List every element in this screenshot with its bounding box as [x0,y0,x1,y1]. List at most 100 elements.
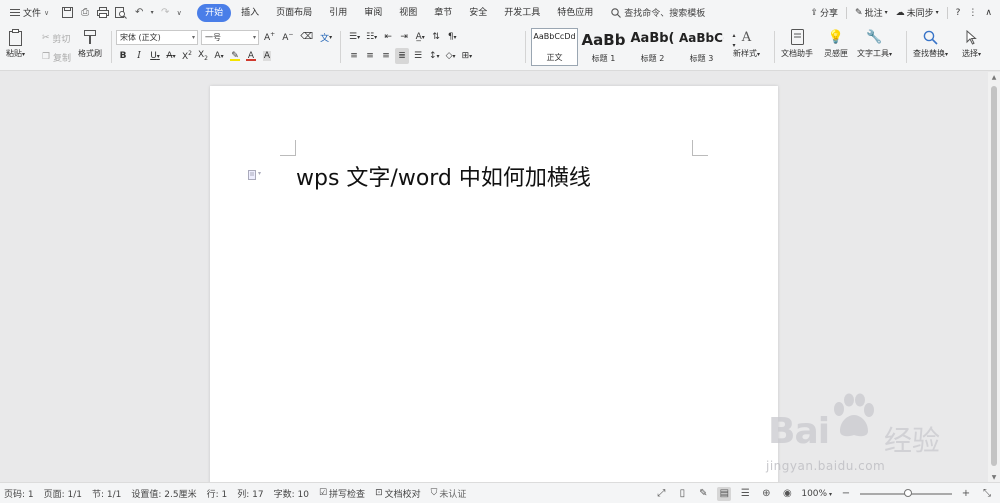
eye-protection-icon[interactable]: ◉ [780,487,794,501]
vertical-scrollbar[interactable]: ▲ ▼ [988,72,1000,482]
cut-button[interactable]: ✂ 剪切 [40,30,72,46]
chinese-layout-button[interactable]: A̲ ▾ [413,29,427,45]
undo-dropdown-icon[interactable]: ▾ [149,5,155,21]
align-right-button[interactable]: ≡ [379,48,393,64]
highlight-button[interactable]: ✎ [228,48,242,64]
customize-dropdown-icon[interactable]: ∨ [175,5,183,21]
tab-page-layout[interactable]: 页面布局 [269,4,319,22]
certification-status[interactable]: ⛉ 未认证 [431,487,467,500]
bullets-button[interactable]: ☰ ▾ [347,29,362,45]
copy-button[interactable]: ❐ 复制 [40,49,73,65]
phonetic-guide-button[interactable]: 文 ▾ [318,29,334,45]
web-view-icon[interactable]: ⊕ [759,487,773,501]
read-mode-icon[interactable]: ▯ [675,487,689,501]
tab-start[interactable]: 开始 [197,3,232,22]
fit-page-icon[interactable]: ⤡ [980,487,994,501]
align-left-button[interactable]: ≡ [347,48,361,64]
help-button[interactable]: ? [956,8,961,18]
paragraph-handle-icon[interactable]: ▾ [248,170,261,180]
more-button[interactable]: ⋮ [968,8,977,18]
spell-check-button[interactable]: ☑ 拼写检查 [319,487,365,500]
status-setting[interactable]: 设置值: 2.5厘米 [131,487,196,500]
increase-font-button[interactable]: A+ [262,29,277,45]
inspiration-button[interactable]: 💡 灵感匣 [824,28,848,59]
comment-button[interactable]: ✎ 批注 ▾ [855,6,888,20]
tab-review[interactable]: 审阅 [357,4,389,22]
increase-indent-button[interactable]: ⇥ [397,29,411,45]
command-search[interactable]: 查找命令、搜索模板 [611,6,705,19]
text-tools-button[interactable]: 🔧 文字工具▾ [857,28,892,59]
tab-insert[interactable]: 插入 [234,4,266,22]
character-shading-button[interactable]: A [260,48,274,64]
status-word-count[interactable]: 字数: 10 [274,487,309,500]
justify-button[interactable]: ≣ [395,48,409,64]
select-button[interactable]: 选择▾ [962,28,981,59]
sync-button[interactable]: ☁ 未同步 ▾ [896,6,939,20]
style-heading-2[interactable]: AaBb( 标题 2 [629,28,676,66]
new-style-button[interactable]: A 新样式▾ [733,28,760,59]
edit-mode-icon[interactable]: ✎ [696,487,710,501]
zoom-level[interactable]: 100% ▾ [801,489,832,499]
find-replace-button[interactable]: 查找替换▾ [913,28,948,59]
collapse-ribbon-button[interactable]: ∧ [985,8,992,18]
status-pages[interactable]: 页面: 1/1 [44,487,82,500]
style-heading-3[interactable]: AaBbC( 标题 3 [678,28,725,66]
shading-button[interactable]: ◇ ▾ [444,48,458,64]
tab-view[interactable]: 视图 [392,4,424,22]
doc-proof-button[interactable]: ⊡ 文档校对 [375,487,421,500]
status-page-code[interactable]: 页码: 1 [4,487,34,500]
save-icon[interactable] [59,5,75,21]
scroll-down-arrow-icon[interactable]: ▼ [988,472,1000,482]
file-menu-button[interactable]: 文件 ∨ [6,3,53,23]
tab-features[interactable]: 特色应用 [550,4,600,22]
italic-button[interactable]: I [132,48,146,64]
share-button[interactable]: ⇪ 分享 [810,6,838,20]
text-effect-button[interactable]: A ▾ [212,48,226,64]
style-normal[interactable]: AaBbCcDd 正文 [531,28,578,66]
underline-button[interactable]: U ▾ [148,48,162,64]
bold-button[interactable]: B [116,48,130,64]
style-heading-1[interactable]: AaBb 标题 1 [580,28,627,66]
font-color-button[interactable]: A [244,48,258,64]
page-view-icon[interactable]: ▤ [717,486,732,501]
align-center-button[interactable]: ≡ [363,48,377,64]
status-column[interactable]: 列: 17 [237,487,263,500]
scroll-up-arrow-icon[interactable]: ▲ [988,72,1000,82]
decrease-indent-button[interactable]: ⇤ [381,29,395,45]
output-pdf-icon[interactable]: ⎙ [77,5,93,21]
document-page[interactable]: ▾ wps 文字/word 中如何加横线 [210,86,778,482]
clear-format-button[interactable]: ⌫ [298,29,315,45]
status-line[interactable]: 行: 1 [207,487,228,500]
zoom-out-icon[interactable]: − [839,487,853,501]
zoom-slider[interactable] [860,488,952,497]
redo-icon[interactable]: ↷ [157,5,173,21]
zoom-in-icon[interactable]: + [959,487,973,501]
paste-button[interactable]: 粘贴▾ [6,28,25,59]
superscript-button[interactable]: X2 [180,48,194,64]
font-size-dropdown[interactable]: 一号 ▾ [201,29,259,45]
print-preview-icon[interactable] [113,5,129,21]
fullscreen-icon[interactable]: ⤢ [654,487,668,501]
subscript-button[interactable]: X2 [196,48,210,64]
tab-developer[interactable]: 开发工具 [497,4,547,22]
format-painter-button[interactable]: 格式刷 [78,28,102,59]
outline-view-icon[interactable]: ☰ [738,487,752,501]
tab-chapter[interactable]: 章节 [427,4,459,22]
numbering-button[interactable]: ☷ ▾ [364,29,379,45]
borders-button[interactable]: ⊞ ▾ [460,48,475,64]
sort-button[interactable]: ⇅ [429,29,443,45]
document-text[interactable]: wps 文字/word 中如何加横线 [296,160,591,192]
font-name-dropdown[interactable]: 宋体 (正文) ▾ [116,29,198,45]
line-spacing-button[interactable]: ↕ ▾ [427,48,442,64]
show-marks-button[interactable]: ¶ ▾ [445,29,459,45]
distributed-button[interactable]: ☰ [411,48,425,64]
strikethrough-button[interactable]: A ▾ [164,48,178,64]
undo-icon[interactable]: ↶ [131,5,147,21]
document-area[interactable]: ▾ wps 文字/word 中如何加横线 [0,72,988,482]
print-icon[interactable] [95,5,111,21]
tab-references[interactable]: 引用 [322,4,354,22]
status-section[interactable]: 节: 1/1 [92,487,121,500]
decrease-font-button[interactable]: A− [280,29,295,45]
scrollbar-thumb[interactable] [991,86,997,466]
zoom-slider-knob[interactable] [904,488,912,497]
